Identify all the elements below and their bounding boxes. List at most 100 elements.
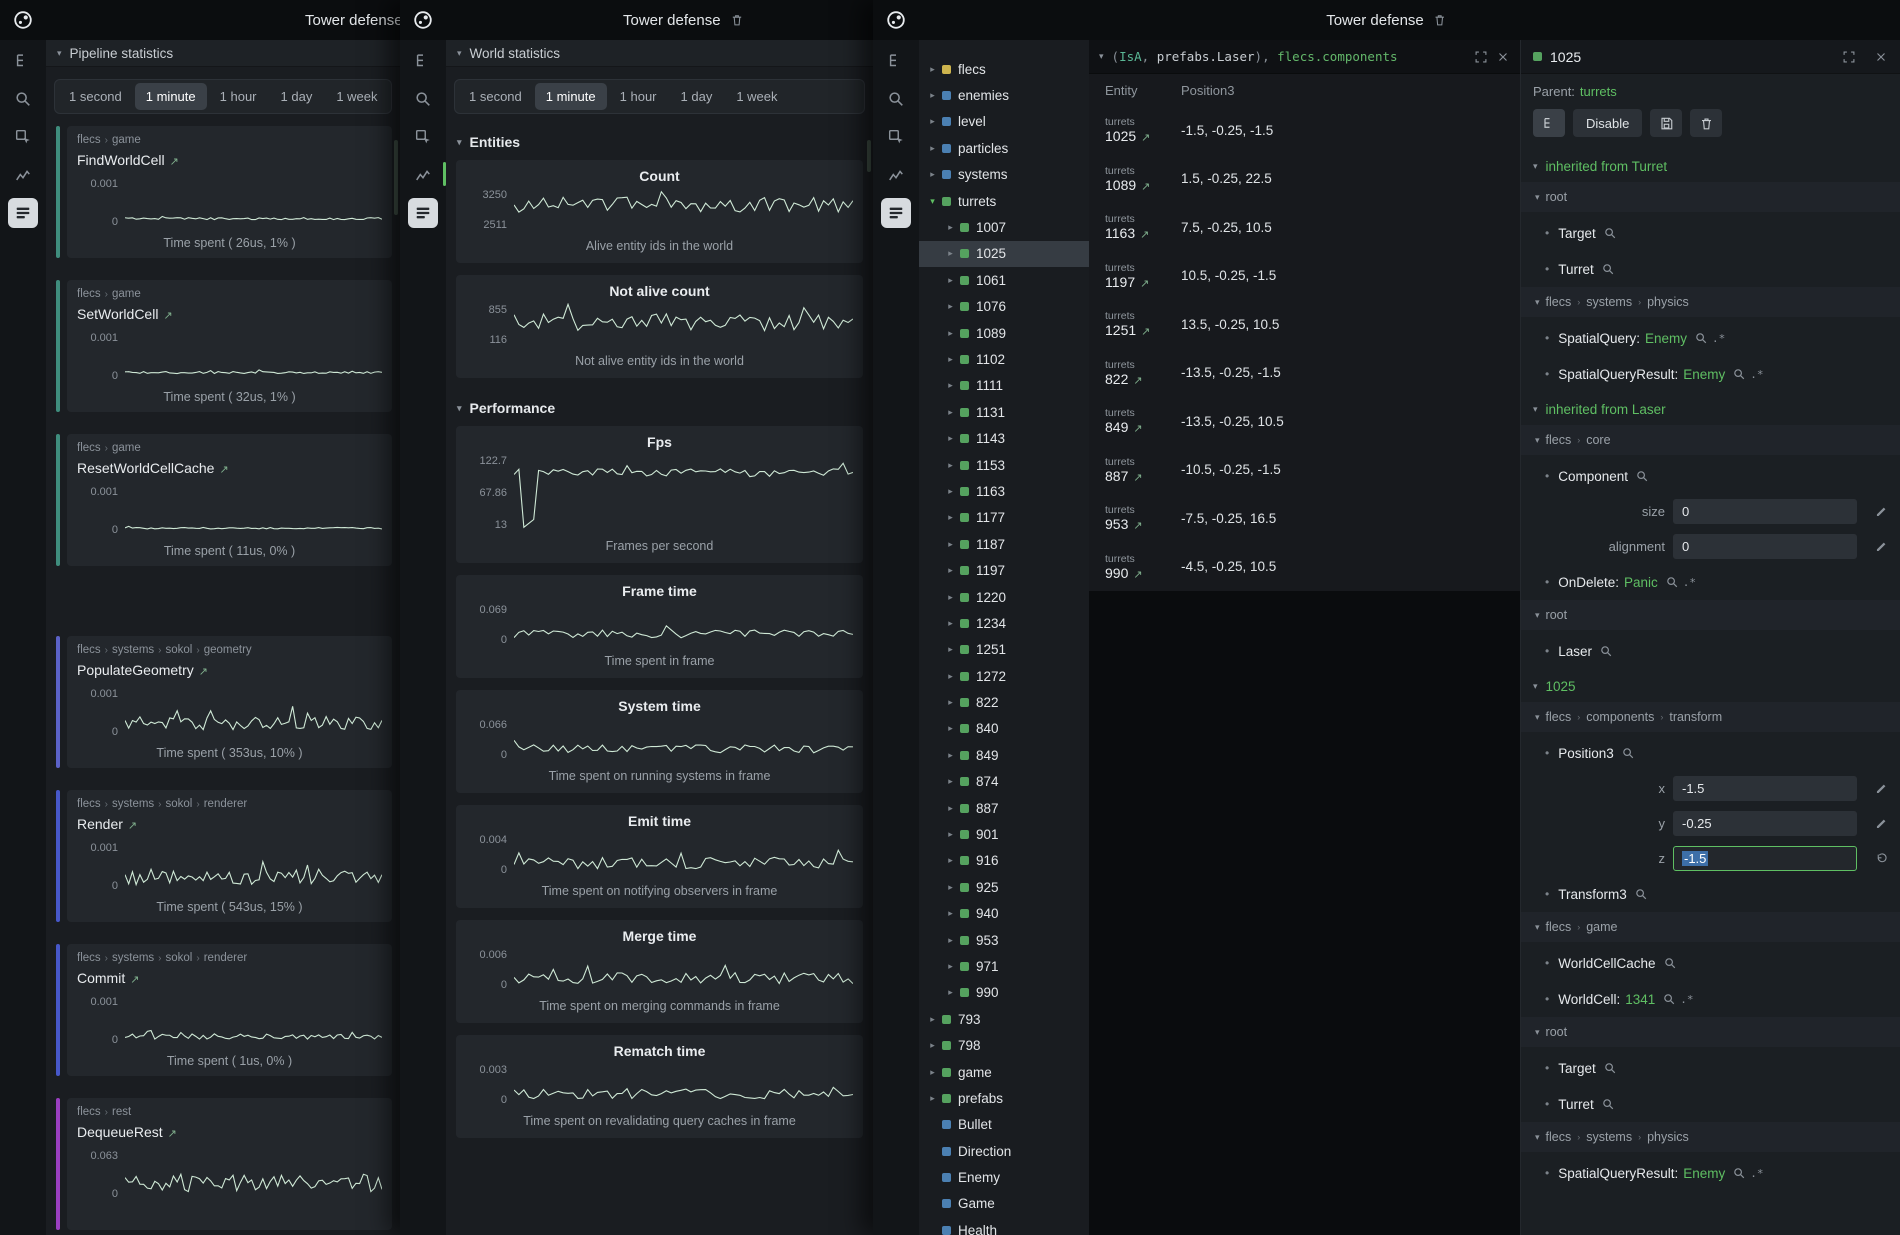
tree-item-Game[interactable]: Game — [919, 1191, 1089, 1217]
query-result-row[interactable]: turrets990↗-4.5, -0.25, 10.5 — [1089, 543, 1520, 592]
tree-item-Health[interactable]: Health — [919, 1217, 1089, 1235]
expand-chevron-icon[interactable]: ▸ — [943, 407, 958, 418]
field-input-y[interactable]: -0.25 — [1673, 811, 1857, 836]
time-range-1-week[interactable]: 1 week — [325, 83, 388, 110]
tree-item-turrets[interactable]: ▾turrets — [919, 188, 1089, 214]
pick-icon[interactable] — [8, 122, 38, 152]
tree-item-1187[interactable]: ▸1187 — [919, 531, 1089, 557]
tree-item-1234[interactable]: ▸1234 — [919, 610, 1089, 636]
tree-item-enemies[interactable]: ▸enemies — [919, 82, 1089, 108]
tree-item-916[interactable]: ▸916 — [919, 848, 1089, 874]
entity-id-link[interactable]: 990↗ — [1105, 565, 1181, 581]
field-input-x[interactable]: -1.5 — [1673, 776, 1857, 801]
expand-chevron-icon[interactable]: ▸ — [943, 565, 958, 576]
expand-chevron-icon[interactable]: ▸ — [925, 90, 940, 101]
tree-item-game[interactable]: ▸game — [919, 1059, 1089, 1085]
component-item-Turret[interactable]: •Turret — [1521, 1086, 1900, 1122]
expand-chevron-icon[interactable]: ▸ — [943, 301, 958, 312]
query-result-row[interactable]: turrets1163↗7.5, -0.25, 10.5 — [1089, 203, 1520, 252]
tree-item-systems[interactable]: ▸systems — [919, 162, 1089, 188]
search-icon[interactable] — [1733, 368, 1745, 380]
chart-icon[interactable] — [8, 160, 38, 190]
tree-item-925[interactable]: ▸925 — [919, 874, 1089, 900]
tree-item-prefabs[interactable]: ▸prefabs — [919, 1085, 1089, 1111]
expand-chevron-icon[interactable]: ▸ — [943, 987, 958, 998]
field-input-z[interactable]: -1.5 — [1673, 846, 1857, 871]
tree-item-1007[interactable]: ▸1007 — [919, 214, 1089, 240]
tree-item-971[interactable]: ▸971 — [919, 953, 1089, 979]
system-name-link[interactable]: Commit↗ — [77, 970, 382, 989]
tree-item-1177[interactable]: ▸1177 — [919, 505, 1089, 531]
component-value-link[interactable]: Enemy — [1683, 367, 1725, 382]
component-group-header[interactable]: ▾root — [1521, 600, 1900, 630]
time-range-1-minute[interactable]: 1 minute — [135, 83, 207, 110]
expand-chevron-icon[interactable]: ▸ — [943, 750, 958, 761]
expand-chevron-icon[interactable]: ▸ — [943, 222, 958, 233]
expand-chevron-icon[interactable]: ▸ — [925, 169, 940, 180]
search-icon[interactable] — [408, 84, 438, 114]
search-icon[interactable] — [8, 84, 38, 114]
time-range-1-second[interactable]: 1 second — [58, 83, 133, 110]
hierarchy-icon[interactable] — [408, 46, 438, 76]
component-value-link[interactable]: Panic — [1624, 575, 1658, 590]
fullscreen-icon[interactable] — [1474, 50, 1488, 64]
tree-item-840[interactable]: ▸840 — [919, 716, 1089, 742]
tree-item-822[interactable]: ▸822 — [919, 689, 1089, 715]
query-result-row[interactable]: turrets887↗-10.5, -0.25, -1.5 — [1089, 446, 1520, 495]
expand-chevron-icon[interactable]: ▸ — [925, 1040, 940, 1051]
tree-item-1163[interactable]: ▸1163 — [919, 478, 1089, 504]
component-value-link[interactable]: Enemy — [1645, 331, 1687, 346]
expand-chevron-icon[interactable]: ▸ — [943, 882, 958, 893]
system-name-link[interactable]: DequeueRest↗ — [77, 1124, 382, 1143]
component-item-SpatialQuery[interactable]: •SpatialQuery:Enemy.* — [1521, 320, 1900, 356]
expand-chevron-icon[interactable]: ▸ — [925, 116, 940, 127]
component-value-link[interactable]: Enemy — [1683, 1166, 1725, 1181]
expand-chevron-icon[interactable]: ▸ — [943, 644, 958, 655]
inspector-section-title[interactable]: ▾inherited from Laser — [1521, 392, 1900, 425]
search-icon[interactable] — [1664, 957, 1676, 969]
pick-icon[interactable] — [408, 122, 438, 152]
query-result-row[interactable]: turrets1089↗1.5, -0.25, 22.5 — [1089, 155, 1520, 204]
expand-chevron-icon[interactable]: ▸ — [943, 354, 958, 365]
tree-item-Bullet[interactable]: Bullet — [919, 1112, 1089, 1138]
component-item-Component[interactable]: •Component — [1521, 458, 1900, 494]
component-group-header[interactable]: ▾flecs›systems›physics — [1521, 287, 1900, 317]
expand-chevron-icon[interactable]: ▸ — [943, 961, 958, 972]
entity-id-link[interactable]: 849↗ — [1105, 419, 1181, 435]
expand-chevron-icon[interactable]: ▸ — [943, 433, 958, 444]
component-item-Position3[interactable]: •Position3 — [1521, 735, 1900, 771]
component-group-header[interactable]: ▾flecs›core — [1521, 425, 1900, 455]
tree-item-901[interactable]: ▸901 — [919, 821, 1089, 847]
tree-item-874[interactable]: ▸874 — [919, 769, 1089, 795]
tree-item-Enemy[interactable]: Enemy — [919, 1164, 1089, 1190]
tree-item-1153[interactable]: ▸1153 — [919, 452, 1089, 478]
entity-id-link[interactable]: 1025↗ — [1105, 128, 1181, 144]
query-result-row[interactable]: turrets822↗-13.5, -0.25, -1.5 — [1089, 349, 1520, 398]
system-name-link[interactable]: SetWorldCell↗ — [77, 306, 382, 325]
tree-item-849[interactable]: ▸849 — [919, 742, 1089, 768]
expand-chevron-icon[interactable]: ▸ — [943, 460, 958, 471]
tree-item-1102[interactable]: ▸1102 — [919, 346, 1089, 372]
component-item-WorldCellCache[interactable]: •WorldCellCache — [1521, 945, 1900, 981]
component-item-Target[interactable]: •Target — [1521, 215, 1900, 251]
fullscreen-icon[interactable] — [1842, 50, 1856, 64]
expand-chevron-icon[interactable]: ▸ — [925, 143, 940, 154]
hierarchy-icon[interactable] — [881, 46, 911, 76]
component-item-Target[interactable]: •Target — [1521, 1050, 1900, 1086]
component-group-header[interactable]: ▾flecs›game — [1521, 912, 1900, 942]
system-name-link[interactable]: PopulateGeometry↗ — [77, 662, 382, 681]
field-input-size[interactable]: 0 — [1673, 499, 1857, 524]
tree-item-1197[interactable]: ▸1197 — [919, 557, 1089, 583]
tree-item-940[interactable]: ▸940 — [919, 901, 1089, 927]
inspector-section-title[interactable]: ▾inherited from Turret — [1521, 149, 1900, 182]
pipeline-statistics-header[interactable]: ▾ Pipeline statistics — [46, 40, 400, 67]
expand-chevron-icon[interactable]: ▸ — [925, 1067, 940, 1078]
section-header-entities[interactable]: ▾Entities — [446, 124, 873, 160]
stats-icon[interactable] — [408, 198, 438, 228]
expand-chevron-icon[interactable]: ▸ — [943, 935, 958, 946]
edit-icon[interactable] — [1875, 505, 1888, 518]
expand-chevron-icon[interactable]: ▸ — [943, 723, 958, 734]
expand-chevron-icon[interactable]: ▸ — [943, 539, 958, 550]
tree-item-flecs[interactable]: ▸flecs — [919, 56, 1089, 82]
tree-item-level[interactable]: ▸level — [919, 109, 1089, 135]
